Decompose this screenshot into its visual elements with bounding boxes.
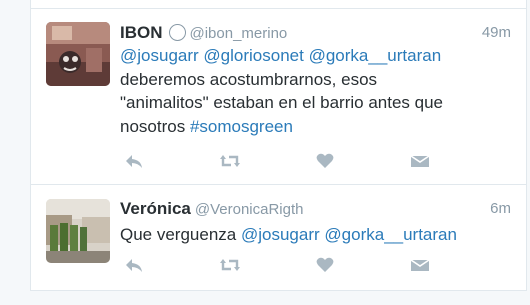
like-button[interactable] [315, 255, 335, 275]
retweet-button[interactable] [219, 255, 240, 275]
tweet-actions [120, 151, 440, 171]
avatar[interactable] [46, 199, 110, 263]
direct-message-button[interactable] [410, 255, 430, 275]
tweet-actions-wrap [120, 9, 511, 184]
direct-message-button[interactable] [410, 151, 430, 171]
reply-icon [126, 259, 142, 272]
reply-button[interactable] [124, 255, 144, 275]
reply-icon [126, 155, 142, 168]
tweet-actions [120, 255, 440, 275]
tweet[interactable]: IBON @ibon_merino 49m @josugarr @glorioso… [31, 9, 526, 185]
timeline: IBON @ibon_merino 49m @josugarr @glorioso… [30, 0, 527, 291]
retweet-button[interactable] [219, 151, 240, 171]
avatar[interactable] [46, 22, 110, 86]
like-button[interactable] [315, 151, 335, 171]
like-icon [316, 257, 334, 272]
previous-tweet-edge [31, 0, 526, 9]
tweet-actions-wrap [120, 185, 511, 290]
retweet-icon [220, 259, 240, 271]
direct-message-icon [410, 155, 430, 167]
like-icon [316, 153, 334, 168]
reply-button[interactable] [124, 151, 144, 171]
retweet-icon [220, 155, 240, 167]
direct-message-icon [410, 259, 430, 271]
tweet[interactable]: Verónica @VeronicaRigth 6m Que verguenza … [31, 185, 526, 291]
